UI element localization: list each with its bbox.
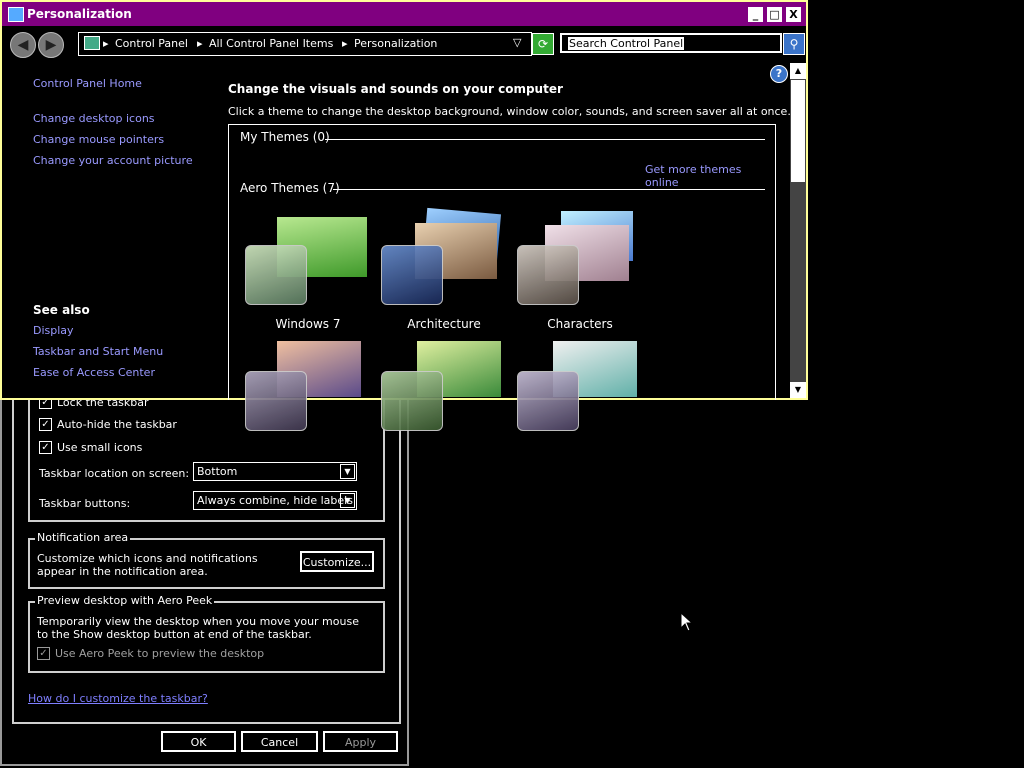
theme-color-swatch bbox=[517, 371, 579, 431]
page-title: Change the visuals and sounds on your co… bbox=[228, 82, 563, 96]
minimize-button[interactable]: _ bbox=[748, 7, 763, 22]
group-title: Notification area bbox=[35, 531, 131, 544]
auto-hide-checkbox[interactable]: ✓ Auto-hide the taskbar bbox=[39, 418, 177, 431]
checkbox-label: Auto-hide the taskbar bbox=[57, 418, 177, 431]
checkbox-label: Use small icons bbox=[57, 441, 143, 454]
search-input[interactable]: Search Control Panel bbox=[560, 33, 782, 53]
theme-label: Characters bbox=[547, 317, 613, 331]
scroll-down-icon[interactable]: ▼ bbox=[790, 382, 806, 398]
personalization-window: Personalization _ □ X ◀ ▶ ▸ Control Pane… bbox=[0, 0, 808, 431]
taskbar-buttons-value: Always combine, hide labels bbox=[197, 494, 353, 507]
location-select[interactable]: Bottom ▼ bbox=[193, 462, 357, 481]
theme-item[interactable] bbox=[515, 341, 645, 461]
my-themes-heading: My Themes (0) bbox=[240, 130, 330, 144]
checkbox-box[interactable]: ✓ bbox=[39, 441, 52, 454]
theme-item[interactable] bbox=[379, 341, 509, 461]
address-bar: ◀ ▶ ▸ Control Panel ▸ All Control Panel … bbox=[2, 26, 806, 62]
breadcrumb[interactable]: ▸ Control Panel ▸ All Control Panel Item… bbox=[78, 32, 532, 56]
see-also-heading: See also bbox=[33, 303, 90, 317]
breadcrumb-control-panel[interactable]: Control Panel bbox=[115, 37, 188, 50]
change-mouse-pointers-link[interactable]: Change mouse pointers bbox=[33, 133, 164, 146]
apply-button[interactable]: Apply bbox=[323, 731, 398, 752]
change-account-picture-link[interactable]: Change your account picture bbox=[33, 154, 193, 167]
taskbar-buttons-select[interactable]: Always combine, hide labels ▼ bbox=[193, 491, 357, 510]
vertical-scrollbar[interactable]: ▲ ▼ bbox=[790, 63, 806, 398]
display-link[interactable]: Display bbox=[33, 324, 74, 337]
search-text: Search Control Panel bbox=[568, 37, 685, 50]
personalization-icon bbox=[8, 7, 24, 22]
control-panel-icon bbox=[84, 36, 100, 50]
divider bbox=[333, 189, 765, 190]
search-icon[interactable]: ⚲ bbox=[783, 33, 805, 55]
buttons-label: Taskbar buttons: bbox=[39, 497, 131, 510]
get-more-themes-link[interactable]: Get more themes online bbox=[645, 163, 775, 189]
aero-peek-checkbox[interactable]: ✓ Use Aero Peek to preview the desktop bbox=[37, 647, 264, 660]
breadcrumb-all-items[interactable]: All Control Panel Items bbox=[209, 37, 333, 50]
chevron-down-icon[interactable]: ▽ bbox=[513, 36, 521, 49]
chevron-right-icon[interactable]: ▸ bbox=[342, 37, 348, 50]
theme-label: Architecture bbox=[407, 317, 481, 331]
location-label: Taskbar location on screen: bbox=[39, 467, 190, 480]
page-subtitle: Click a theme to change the desktop back… bbox=[228, 105, 791, 118]
small-icons-checkbox[interactable]: ✓ Use small icons bbox=[39, 441, 142, 454]
change-desktop-icons-link[interactable]: Change desktop icons bbox=[33, 112, 155, 125]
group-title: Preview desktop with Aero Peek bbox=[35, 594, 215, 607]
maximize-button[interactable]: □ bbox=[767, 7, 782, 22]
taskbar-start-menu-link[interactable]: Taskbar and Start Menu bbox=[33, 345, 163, 358]
theme-color-swatch bbox=[517, 245, 579, 305]
checkbox-box[interactable]: ✓ bbox=[39, 418, 52, 431]
mouse-pointer-icon bbox=[680, 612, 694, 632]
theme-color-swatch bbox=[381, 245, 443, 305]
theme-label: Windows 7 bbox=[275, 317, 341, 331]
ease-of-access-link[interactable]: Ease of Access Center bbox=[33, 366, 155, 379]
cancel-button[interactable]: Cancel bbox=[241, 731, 318, 752]
chevron-right-icon[interactable]: ▸ bbox=[197, 37, 203, 50]
forward-arrow-icon[interactable]: ▶ bbox=[38, 32, 64, 58]
theme-item[interactable] bbox=[243, 341, 373, 461]
theme-color-swatch bbox=[381, 371, 443, 431]
customize-button[interactable]: Customize... bbox=[300, 551, 374, 572]
notification-description: Customize which icons and notifications … bbox=[37, 552, 258, 578]
peek-description: Temporarily view the desktop when you mo… bbox=[37, 615, 359, 641]
aero-peek-group: Preview desktop with Aero Peek Temporari… bbox=[28, 594, 385, 673]
scroll-thumb[interactable] bbox=[791, 80, 805, 182]
location-value: Bottom bbox=[197, 465, 238, 478]
theme-color-swatch bbox=[245, 371, 307, 431]
aero-themes-heading: Aero Themes (7) bbox=[240, 181, 340, 195]
theme-list: My Themes (0) Get more themes online Aer… bbox=[228, 124, 776, 431]
checkbox-box[interactable]: ✓ bbox=[37, 647, 50, 660]
divider bbox=[325, 139, 765, 140]
help-link[interactable]: How do I customize the taskbar? bbox=[28, 692, 208, 705]
help-icon[interactable]: ? bbox=[770, 65, 788, 83]
ok-button[interactable]: OK bbox=[161, 731, 236, 752]
breadcrumb-personalization[interactable]: Personalization bbox=[354, 37, 437, 50]
back-arrow-icon[interactable]: ◀ bbox=[10, 32, 36, 58]
checkbox-label: Use Aero Peek to preview the desktop bbox=[55, 647, 265, 660]
chevron-down-icon[interactable]: ▼ bbox=[340, 464, 355, 479]
theme-characters[interactable]: Characters bbox=[515, 211, 645, 335]
chevron-down-icon[interactable]: ▼ bbox=[340, 493, 355, 508]
notification-area-group: Notification area Customize which icons … bbox=[28, 531, 385, 589]
window-title: Personalization bbox=[27, 7, 132, 21]
control-panel-home-link[interactable]: Control Panel Home bbox=[33, 77, 142, 90]
title-bar[interactable]: Personalization _ □ X bbox=[2, 2, 806, 26]
theme-architecture[interactable]: Architecture bbox=[379, 207, 509, 335]
scroll-up-icon[interactable]: ▲ bbox=[790, 63, 806, 79]
theme-windows-7[interactable]: Windows 7 bbox=[243, 215, 373, 335]
refresh-icon[interactable]: ⟳ bbox=[532, 33, 554, 55]
chevron-right-icon[interactable]: ▸ bbox=[103, 37, 109, 50]
close-button[interactable]: X bbox=[786, 7, 801, 22]
theme-color-swatch bbox=[245, 245, 307, 305]
